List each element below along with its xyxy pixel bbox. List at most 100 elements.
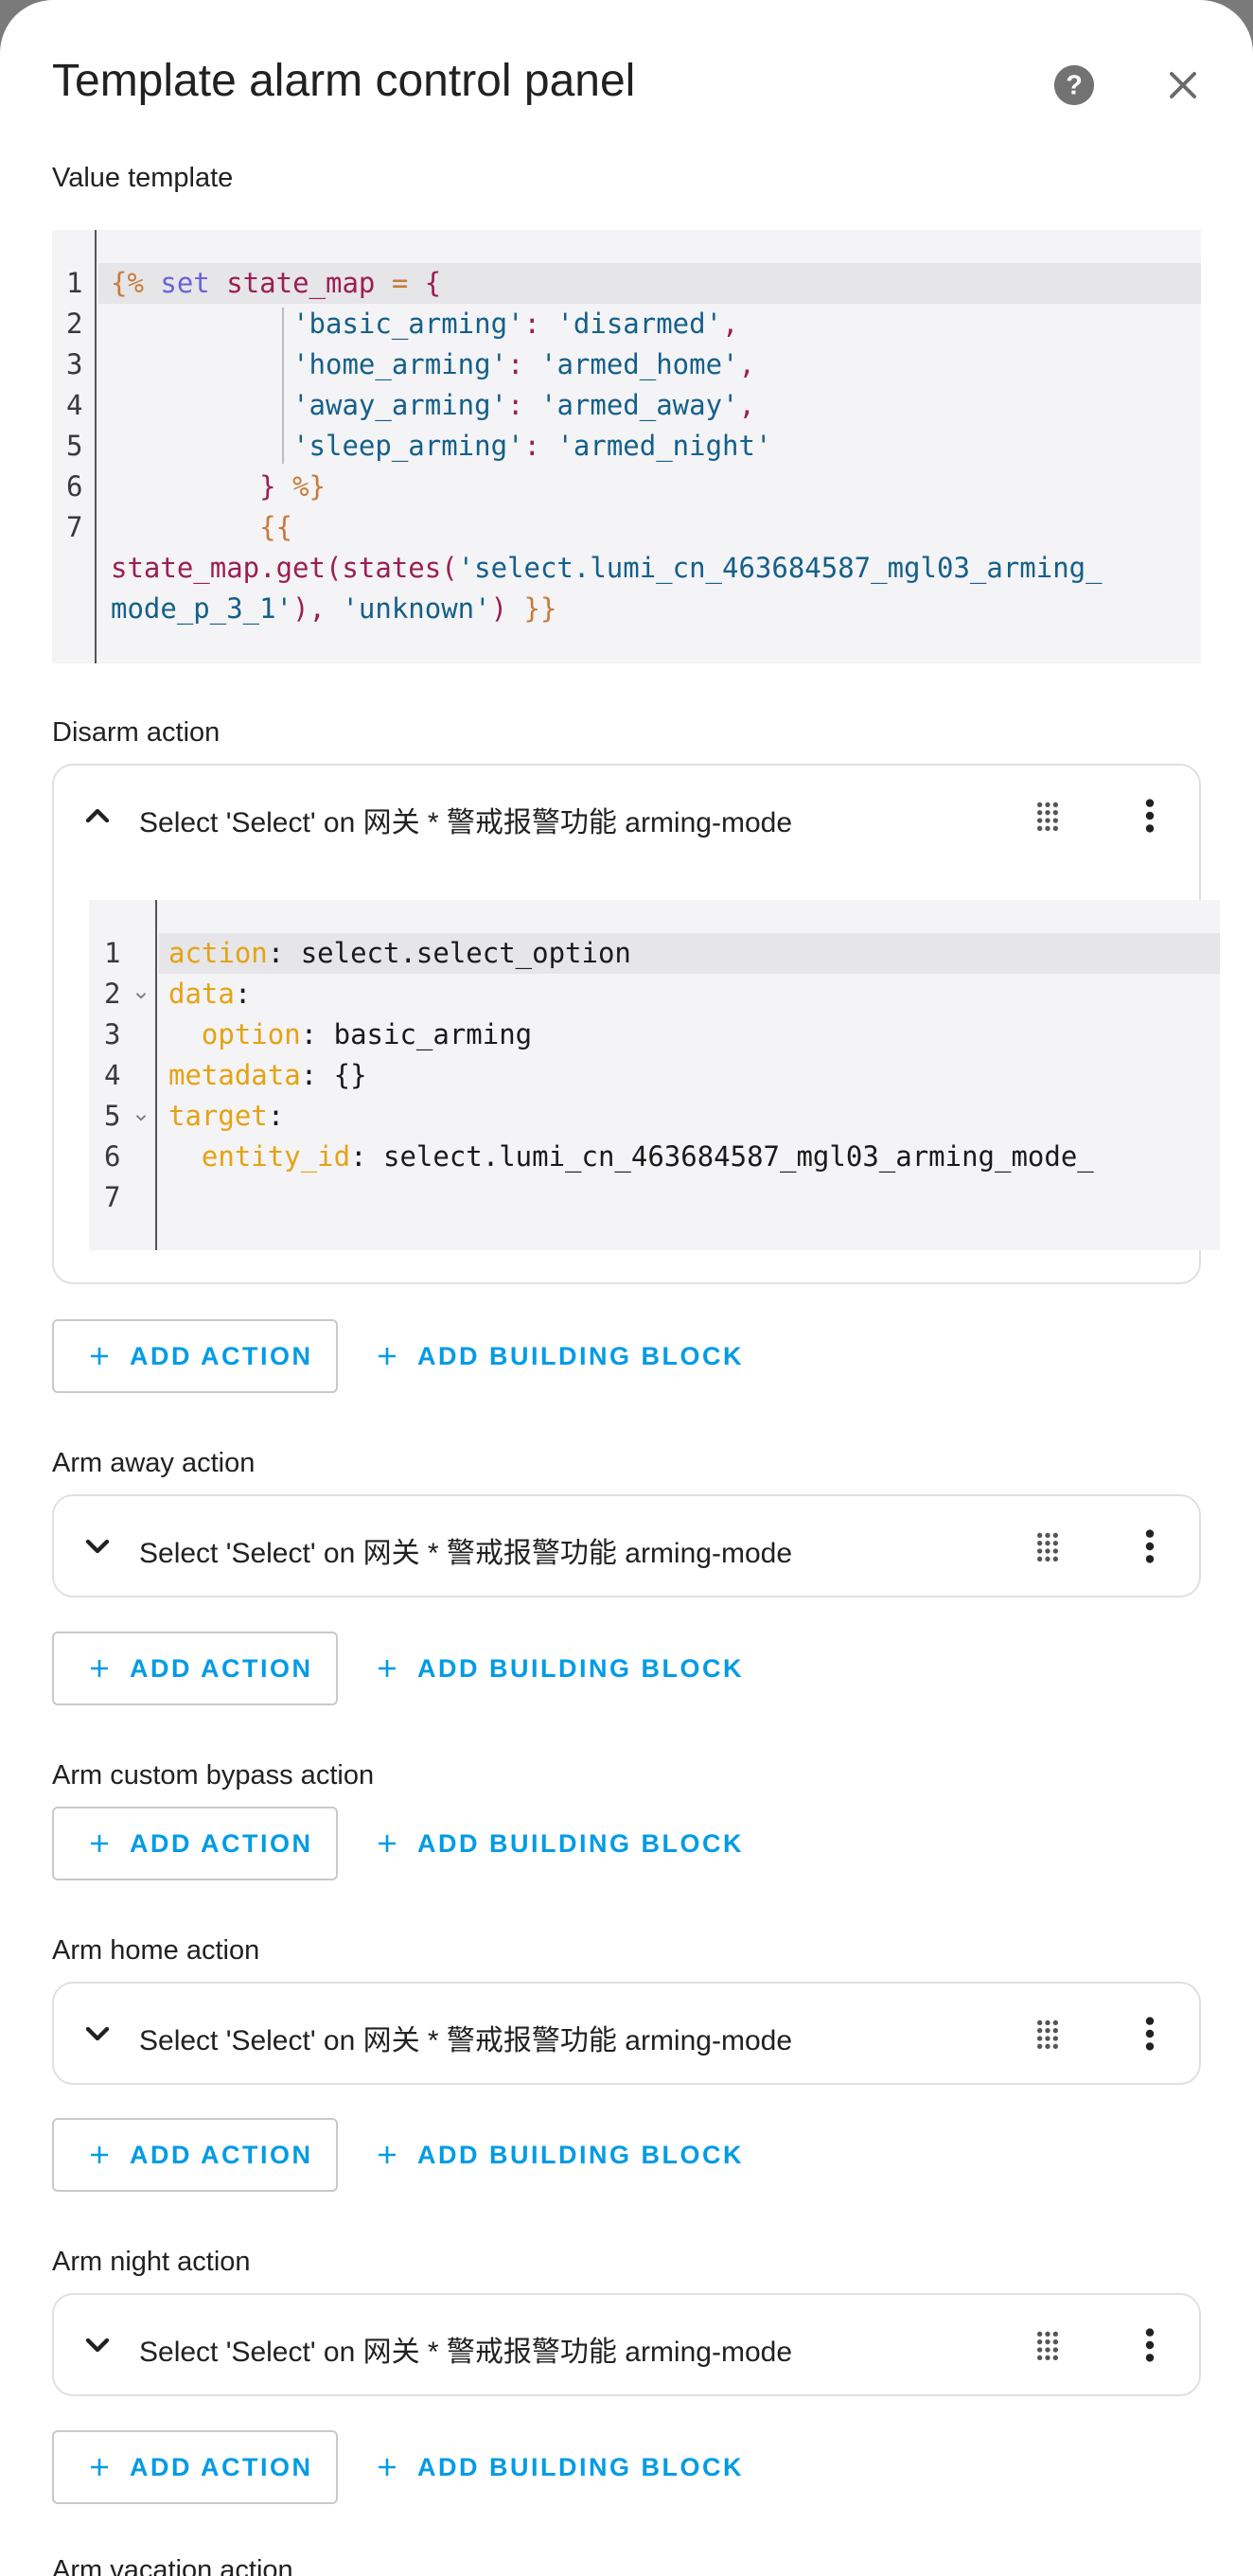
- arm-custom-bypass-add-action-button[interactable]: ADD ACTION: [52, 1807, 338, 1880]
- add-building-block-label: ADD BUILDING BLOCK: [417, 1341, 744, 1370]
- arm-night-add-action-button[interactable]: ADD ACTION: [52, 2430, 338, 2504]
- plus-icon: [91, 2146, 108, 2163]
- disarm-yaml-editor[interactable]: 1 2 3 4 5 6 7 action: select.select_opti…: [89, 900, 1220, 1250]
- arm-away-action-label: Arm away action: [52, 1448, 256, 1478]
- line-number: 2: [66, 308, 83, 340]
- add-building-block-label: ADD BUILDING BLOCK: [417, 1828, 744, 1858]
- plus-icon: [379, 1348, 396, 1365]
- disarm-add-building-block-button[interactable]: ADD BUILDING BLOCK: [376, 1319, 744, 1393]
- drag-handle-icon[interactable]: [1029, 2015, 1067, 2053]
- help-button[interactable]: ?: [1036, 47, 1112, 123]
- add-building-block-label: ADD BUILDING BLOCK: [417, 2452, 744, 2481]
- code-line: 'home_arming': 'armed_home',: [292, 348, 755, 380]
- dialog: Template alarm control panel ? Value tem…: [0, 0, 1253, 2576]
- arm-away-action-card-header[interactable]: Select 'Select' on 网关 * 警戒报警功能 arming-mo…: [54, 1496, 1199, 1597]
- code-line: {{: [259, 511, 293, 543]
- plus-icon: [91, 1660, 108, 1677]
- line-number: 4: [66, 389, 83, 421]
- code-line: mode_p_3_1'), 'unknown') }}: [111, 592, 557, 625]
- arm-night-action-label: Arm night action: [52, 2247, 251, 2277]
- plus-icon: [379, 1835, 396, 1852]
- arm-away-add-action-button[interactable]: ADD ACTION: [52, 1632, 338, 1705]
- code-line: {% set state_map = {: [111, 267, 442, 299]
- code-line: 'basic_arming': 'disarmed',: [292, 308, 739, 340]
- arm-night-action-card-header[interactable]: Select 'Select' on 网关 * 警戒报警功能 arming-mo…: [54, 2295, 1199, 2395]
- dots-vertical-icon[interactable]: [1128, 1525, 1172, 1568]
- drag-handle-icon[interactable]: [1029, 797, 1067, 835]
- code-line: option: basic_arming: [201, 1018, 533, 1050]
- close-button[interactable]: [1145, 47, 1221, 123]
- fold-chevron-icon[interactable]: [132, 987, 150, 1004]
- line-number: 3: [66, 348, 83, 380]
- line-number: 6: [104, 1140, 121, 1173]
- code-line: metadata: {}: [168, 1059, 367, 1091]
- arm-home-action-title: Select 'Select' on 网关 * 警戒报警功能 arming-mo…: [139, 2025, 792, 2056]
- line-number: 2: [104, 978, 121, 1010]
- chevron-up-icon: [85, 808, 110, 823]
- code-line: 'away_arming': 'armed_away',: [292, 389, 755, 421]
- arm-home-add-action-button[interactable]: ADD ACTION: [52, 2118, 338, 2192]
- code-line: } %}: [259, 470, 326, 503]
- plus-icon: [91, 1835, 108, 1852]
- plus-icon: [379, 2459, 396, 2476]
- value-template-editor[interactable]: 1 2 3 4 5 6 7 {% set state_map = { 'basi…: [52, 230, 1201, 663]
- dots-vertical-icon[interactable]: [1128, 794, 1172, 838]
- chevron-down-icon: [85, 2338, 110, 2353]
- arm-home-action-card: Select 'Select' on 网关 * 警戒报警功能 arming-mo…: [52, 1982, 1201, 2085]
- chevron-down-icon: [85, 2026, 110, 2041]
- line-number: 7: [66, 511, 83, 543]
- dialog-header: Template alarm control panel ?: [52, 47, 1215, 123]
- line-number: 4: [104, 1059, 121, 1091]
- code-line: action: select.select_option: [168, 937, 631, 969]
- arm-away-action-title: Select 'Select' on 网关 * 警戒报警功能 arming-mo…: [139, 1538, 792, 1569]
- disarm-action-title: Select 'Select' on 网关 * 警戒报警功能 arming-mo…: [139, 807, 792, 838]
- arm-custom-bypass-add-building-block-button[interactable]: ADD BUILDING BLOCK: [376, 1807, 744, 1880]
- add-action-label: ADD ACTION: [130, 1653, 313, 1683]
- line-number: 3: [104, 1018, 121, 1050]
- disarm-action-card: Select 'Select' on 网关 * 警戒报警功能 arming-mo…: [52, 764, 1220, 1284]
- line-number: 1: [104, 937, 121, 969]
- dialog-title: Template alarm control panel: [52, 56, 636, 106]
- code-line: 'sleep_arming': 'armed_night': [292, 430, 772, 462]
- arm-custom-bypass-action-label: Arm custom bypass action: [52, 1760, 375, 1791]
- arm-away-action-card: Select 'Select' on 网关 * 警戒报警功能 arming-mo…: [52, 1494, 1201, 1597]
- dots-vertical-icon[interactable]: [1128, 2012, 1172, 2056]
- drag-handle-icon[interactable]: [1029, 2326, 1067, 2364]
- add-building-block-label: ADD BUILDING BLOCK: [417, 2140, 744, 2169]
- plus-icon: [91, 2459, 108, 2476]
- chevron-down-icon: [85, 1539, 110, 1554]
- arm-night-action-title: Select 'Select' on 网关 * 警戒报警功能 arming-mo…: [139, 2337, 792, 2368]
- plus-icon: [91, 1348, 108, 1365]
- drag-handle-icon[interactable]: [1029, 1527, 1067, 1565]
- arm-home-action-label: Arm home action: [52, 1935, 260, 1966]
- code-gutter: [89, 900, 157, 1250]
- arm-home-add-building-block-button[interactable]: ADD BUILDING BLOCK: [376, 2118, 744, 2192]
- arm-night-add-building-block-button[interactable]: ADD BUILDING BLOCK: [376, 2430, 744, 2504]
- dots-vertical-icon[interactable]: [1128, 2323, 1172, 2367]
- disarm-add-action-button[interactable]: ADD ACTION: [52, 1319, 338, 1393]
- code-line: entity_id: select.lumi_cn_463684587_mgl0…: [201, 1140, 1094, 1173]
- disarm-action-card-header[interactable]: Select 'Select' on 网关 * 警戒报警功能 arming-mo…: [54, 766, 1199, 866]
- line-number: 5: [66, 430, 83, 462]
- arm-home-action-card-header[interactable]: Select 'Select' on 网关 * 警戒报警功能 arming-mo…: [54, 1984, 1199, 2084]
- fold-chevron-icon[interactable]: [132, 1109, 150, 1126]
- add-action-label: ADD ACTION: [130, 1828, 313, 1858]
- code-line: state_map.get(states('select.lumi_cn_463…: [111, 552, 1103, 584]
- plus-icon: [379, 1660, 396, 1677]
- line-number: 6: [66, 470, 83, 503]
- line-number: 5: [104, 1100, 121, 1132]
- add-building-block-label: ADD BUILDING BLOCK: [417, 1653, 744, 1683]
- add-action-label: ADD ACTION: [130, 2452, 313, 2481]
- code-line: target:: [168, 1100, 285, 1132]
- close-icon: [1170, 72, 1196, 98]
- arm-night-action-card: Select 'Select' on 网关 * 警戒报警功能 arming-mo…: [52, 2293, 1201, 2396]
- code-line: data:: [168, 978, 252, 1010]
- svg-text:?: ?: [1066, 71, 1083, 101]
- disarm-action-label: Disarm action: [52, 717, 221, 748]
- line-number: 1: [66, 267, 83, 299]
- arm-away-add-building-block-button[interactable]: ADD BUILDING BLOCK: [376, 1632, 744, 1705]
- line-number: 7: [104, 1181, 121, 1213]
- arm-vacation-action-label: Arm vacation action: [52, 2555, 293, 2576]
- value-template-label: Value template: [52, 163, 234, 193]
- add-action-label: ADD ACTION: [130, 2140, 313, 2169]
